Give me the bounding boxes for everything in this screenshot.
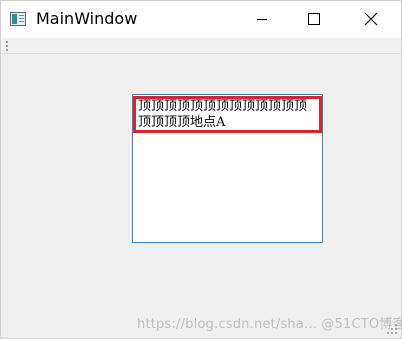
maximize-icon [308, 13, 320, 25]
window-title: MainWindow [36, 9, 138, 28]
toolbar-separator [1, 53, 401, 54]
close-icon [364, 12, 378, 26]
toolbar-grip-handle[interactable] [5, 41, 8, 51]
app-window-icon [10, 12, 26, 26]
text-edit-box[interactable]: 顶顶顶顶顶顶顶顶顶顶顶顶顶顶顶顶顶地点A [132, 94, 323, 243]
maximize-button[interactable] [291, 1, 337, 38]
minimize-button[interactable] [239, 1, 285, 38]
watermark-text: https://blog.csdn.net/sha... @51CTO博客 [137, 317, 402, 332]
main-window: MainWindow 顶顶顶顶顶顶顶顶顶顶顶顶顶顶顶顶顶地点A https://… [0, 0, 402, 339]
close-button[interactable] [347, 1, 393, 38]
title-bar[interactable]: MainWindow [1, 1, 401, 38]
minimize-icon [257, 19, 267, 20]
resize-grip-handle[interactable] [385, 322, 397, 334]
text-edit-content[interactable]: 顶顶顶顶顶顶顶顶顶顶顶顶顶顶顶顶顶地点A [133, 96, 322, 133]
